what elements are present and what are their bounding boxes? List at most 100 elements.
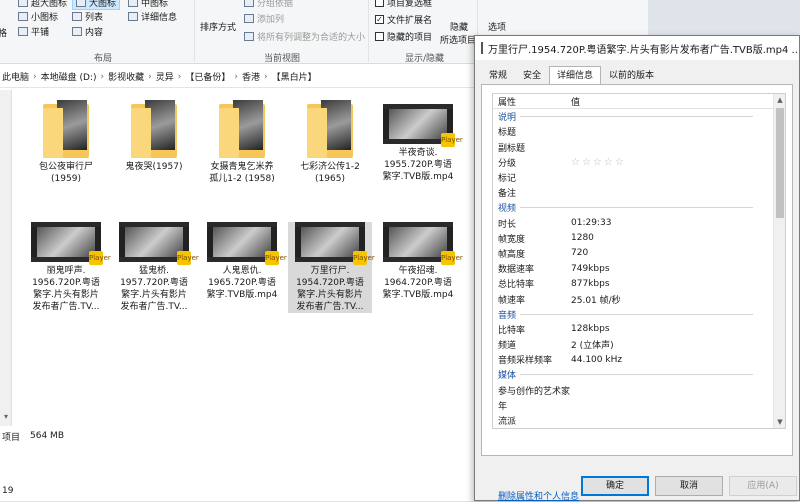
file-name: 人鬼恩仇. 1965.720P.粤语 繁字.TVB版.mp4: [206, 266, 278, 300]
chevron-right-icon[interactable]: ›: [234, 72, 238, 82]
breadcrumb-item[interactable]: 灵异: [156, 70, 174, 83]
video-file-item[interactable]: Player 万里行尸. 1954.720P.粤语 繁字.片头有影片 发布者广告.…: [288, 222, 375, 313]
video-thumbnail-icon: Player: [207, 222, 287, 265]
property-section[interactable]: 说明: [493, 109, 785, 124]
checkbox-checked-icon: ✓: [375, 15, 384, 24]
content-icon: [72, 27, 82, 36]
property-row[interactable]: 比特率 128kbps: [493, 322, 785, 337]
property-row[interactable]: 标题: [493, 124, 785, 139]
layout-small-icons[interactable]: 小图标: [18, 10, 58, 23]
video-file-item[interactable]: Player 猛鬼桥. 1957.720P.粤语 繁字.片头有影片 发布者广告.T…: [112, 222, 199, 313]
property-row[interactable]: 流派: [493, 413, 785, 428]
breadcrumb-item[interactable]: 【黑白片】: [272, 70, 317, 83]
property-row[interactable]: 年: [493, 398, 785, 413]
property-name: 帧宽度: [498, 234, 526, 245]
layout-list[interactable]: 列表: [72, 10, 103, 23]
layout-details[interactable]: 详细信息: [128, 10, 177, 23]
ok-button[interactable]: 确定: [581, 476, 649, 496]
breadcrumb-item[interactable]: 香港: [242, 70, 260, 83]
property-name: 帧高度: [498, 249, 526, 260]
property-row[interactable]: 帧宽度 1280: [493, 231, 785, 246]
apply-button[interactable]: 应用(A): [729, 476, 797, 496]
breadcrumb-item[interactable]: 此电脑: [2, 70, 29, 83]
options-button[interactable]: 选项: [488, 20, 506, 33]
folder-item[interactable]: 包公夜审行尸 (1959): [24, 100, 108, 185]
property-row[interactable]: 备注: [493, 185, 785, 200]
item-checkboxes-toggle[interactable]: 项目复选框: [375, 0, 432, 9]
property-column-header[interactable]: 属性: [493, 95, 571, 108]
sort-by-button[interactable]: 排序方式: [200, 20, 236, 33]
video-file-item[interactable]: Player 午夜招魂. 1964.720P.粤语 繁字.TVB版.mp4: [376, 222, 463, 301]
property-name: 副标题: [498, 143, 526, 154]
dialog-tab[interactable]: 安全: [515, 66, 549, 84]
dialog-tab[interactable]: 常规: [481, 66, 515, 84]
layout-extra-large-icons[interactable]: 超大图标: [18, 0, 67, 9]
small-icons-icon: [18, 12, 28, 21]
ribbon-separator: [368, 0, 369, 62]
property-row[interactable]: 标记: [493, 170, 785, 185]
property-row[interactable]: 时长 01:29:33: [493, 216, 785, 231]
add-column-button[interactable]: 添加列: [244, 12, 284, 25]
chevron-right-icon[interactable]: ›: [148, 72, 152, 82]
hide-selected-button-bottom[interactable]: 所选项目: [440, 33, 476, 46]
property-row[interactable]: 数据速率 749kbps: [493, 261, 785, 276]
cancel-button[interactable]: 取消: [655, 476, 723, 496]
layout-content[interactable]: 内容: [72, 25, 103, 38]
file-name: 七彩济公传1-2 (1965): [300, 162, 360, 184]
video-file-item[interactable]: Player 人鬼恩仇. 1965.720P.粤语 繁字.TVB版.mp4: [200, 222, 287, 301]
folder-icon: [305, 100, 355, 158]
property-row[interactable]: 帧高度 720: [493, 246, 785, 261]
property-name: 音频采样频率: [498, 356, 553, 367]
player-badge-icon: Player: [353, 251, 375, 265]
folder-item[interactable]: 七彩济公传1-2 (1965): [288, 100, 372, 185]
scroll-thumb[interactable]: [776, 108, 784, 218]
group-by-button[interactable]: 分组依据: [244, 0, 293, 9]
property-section[interactable]: 音频: [493, 307, 785, 322]
current-view-group-label: 当前视图: [264, 54, 301, 64]
fit-columns-button[interactable]: 将所有列调整为合适的大小: [244, 30, 365, 43]
property-section[interactable]: 视频: [493, 200, 785, 215]
group-by-icon: [244, 0, 254, 7]
layout-tiles[interactable]: 平铺: [18, 25, 49, 38]
property-list[interactable]: 属性 值 说明 标题副标题分级 ☆☆☆☆☆ 标记 备注 视频 时长 01:29:33 帧宽度 12…: [492, 93, 786, 429]
chevron-right-icon[interactable]: ›: [178, 72, 182, 82]
scroll-up-icon[interactable]: ▲: [774, 94, 785, 106]
rating-stars[interactable]: ☆☆☆☆☆: [571, 157, 785, 168]
chevron-right-icon[interactable]: ›: [100, 72, 104, 82]
property-name: 分级: [498, 158, 517, 169]
property-row[interactable]: 参与创作的艺术家: [493, 383, 785, 398]
folder-item[interactable]: 鬼夜哭(1957): [112, 100, 196, 173]
property-row[interactable]: 分级 ☆☆☆☆☆: [493, 155, 785, 170]
chevron-right-icon[interactable]: ›: [264, 72, 268, 82]
video-file-item[interactable]: Player 丽鬼呼声. 1956.720P.粤语 繁字.片头有影片 发布者广告.…: [24, 222, 111, 313]
scroll-down-icon[interactable]: ▼: [774, 416, 785, 428]
folder-item[interactable]: 女摄青鬼乞米养 孤儿1-2 (1958): [200, 100, 284, 185]
video-file-item[interactable]: Player 半夜奇谈. 1955.720P.粤语 繁字.TVB版.mp4: [376, 104, 463, 183]
remove-properties-link[interactable]: 删除属性和个人信息: [498, 489, 579, 502]
dialog-tab[interactable]: 以前的版本: [601, 66, 662, 84]
file-name: 午夜招魂. 1964.720P.粤语 繁字.TVB版.mp4: [382, 266, 454, 300]
property-row[interactable]: 总比特率 877kbps: [493, 276, 785, 291]
property-name: 流派: [498, 417, 517, 428]
value-column-header[interactable]: 值: [571, 95, 785, 108]
fit-columns-icon: [244, 32, 254, 41]
property-row[interactable]: 频道 2 (立体声): [493, 337, 785, 352]
hide-selected-button-top[interactable]: 隐藏: [450, 20, 468, 33]
file-extensions-toggle[interactable]: ✓ 文件扩展名: [375, 13, 432, 26]
property-row[interactable]: 音频采样频率 44.100 kHz: [493, 352, 785, 367]
breadcrumb-item[interactable]: 本地磁盘 (D:): [41, 70, 97, 83]
layout-medium-icons[interactable]: 中图标: [128, 0, 168, 9]
layout-large-icons[interactable]: 大图标: [72, 0, 121, 10]
add-column-icon: [244, 14, 254, 23]
property-row[interactable]: 帧速率 25.01 帧/秒: [493, 291, 785, 306]
property-scrollbar[interactable]: ▲ ▼: [773, 94, 785, 428]
breadcrumb-item[interactable]: 【已备份】: [185, 70, 230, 83]
property-row[interactable]: 副标题: [493, 140, 785, 155]
property-section[interactable]: 媒体: [493, 367, 785, 382]
dialog-tab[interactable]: 详细信息: [549, 66, 602, 84]
chevron-right-icon[interactable]: ›: [33, 72, 37, 82]
hidden-items-toggle[interactable]: 隐藏的项目: [375, 30, 432, 43]
scroll-down-icon[interactable]: ▾: [0, 412, 12, 426]
ribbon-separator: [194, 0, 195, 62]
breadcrumb-item[interactable]: 影视收藏: [108, 70, 144, 83]
